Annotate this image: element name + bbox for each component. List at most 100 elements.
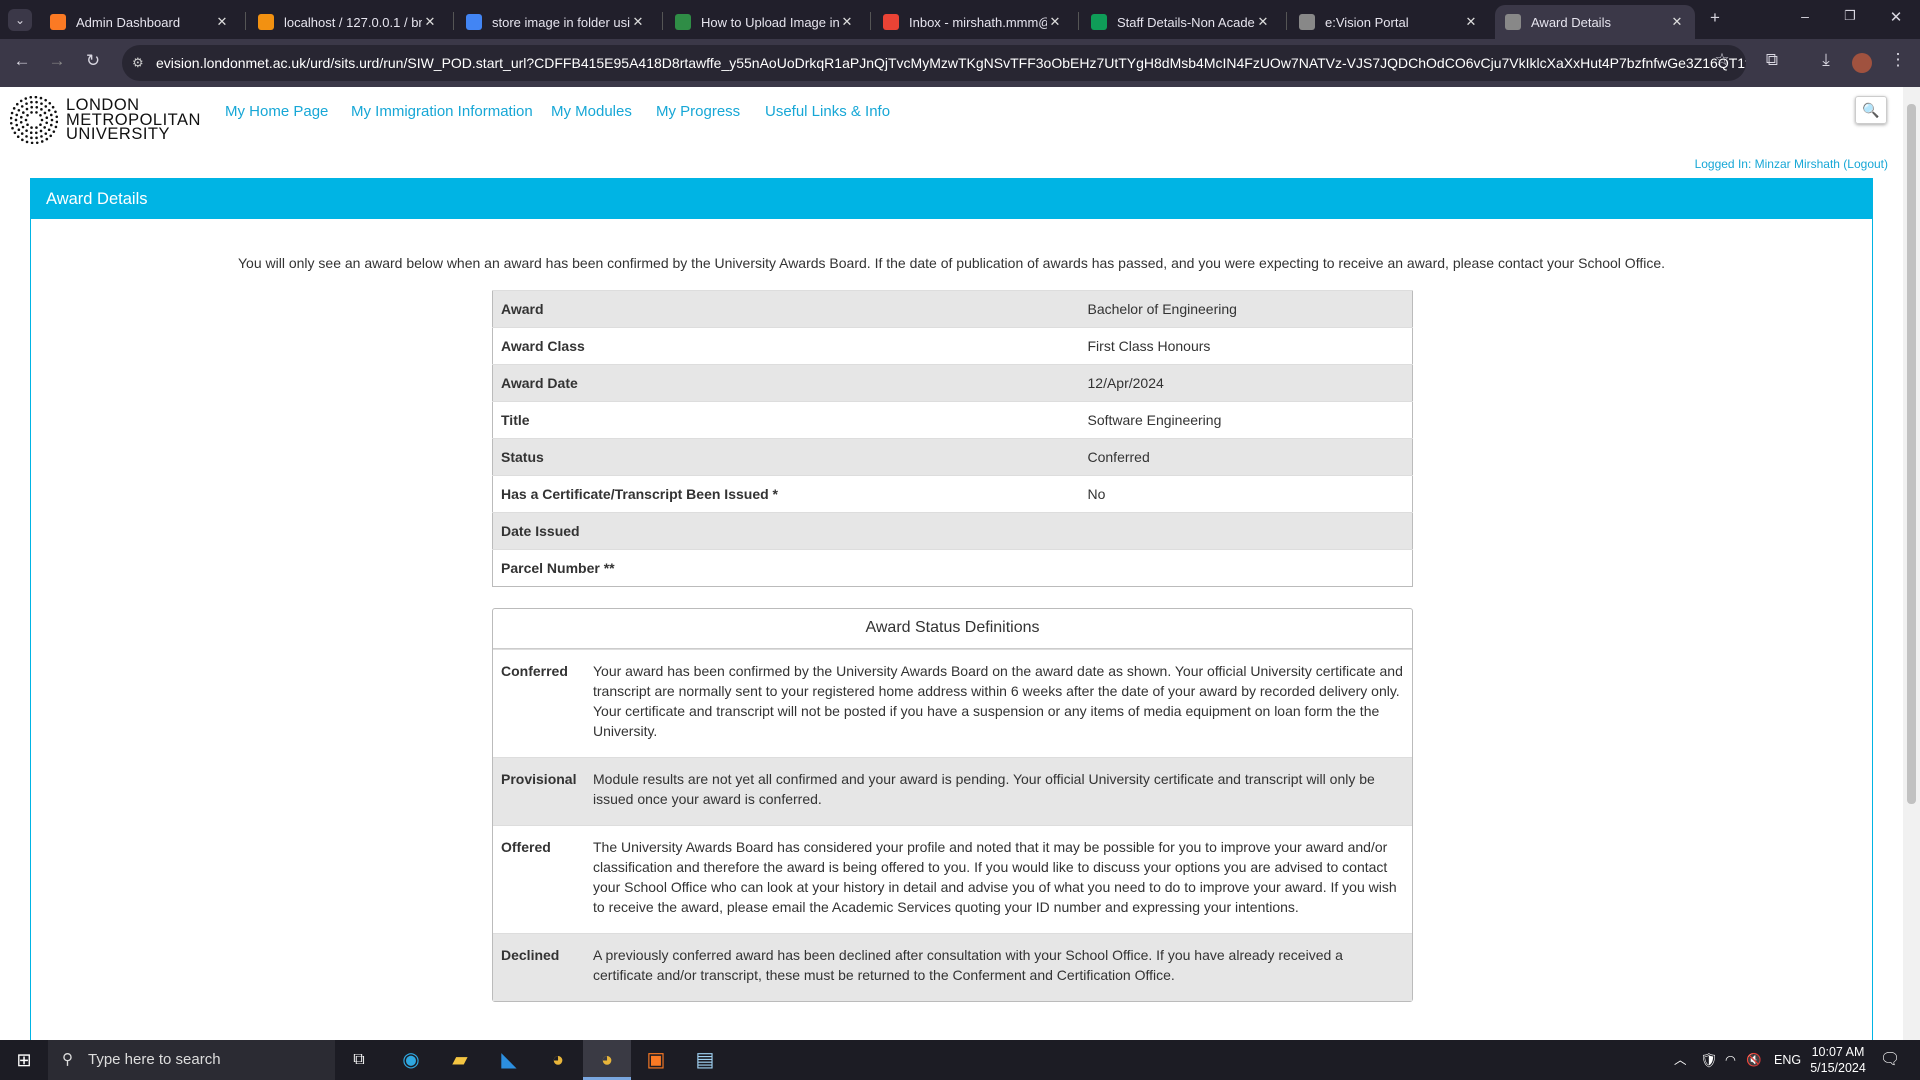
award-field-value: Software Engineering — [1079, 401, 1413, 439]
scrollbar-thumb[interactable] — [1907, 104, 1916, 804]
file-explorer-icon[interactable]: ▰ — [436, 1040, 484, 1080]
vscode-icon[interactable]: ◣ — [485, 1040, 533, 1080]
phpmyadmin-icon — [258, 14, 274, 30]
award-row: Has a Certificate/Transcript Been Issued… — [492, 475, 1413, 513]
task-view-icon[interactable]: ⧉ — [335, 1040, 383, 1080]
award-field-label: Status — [492, 438, 1080, 476]
nav-my-home-page[interactable]: My Home Page — [225, 103, 328, 120]
definition-row: Provisional Module results are not yet al… — [493, 757, 1412, 825]
geeksforgeeks-icon — [675, 14, 691, 30]
award-row: Award Class First Class Honours — [492, 327, 1413, 365]
sheets-icon — [1091, 14, 1107, 30]
notepad-icon[interactable]: ▤ — [681, 1040, 729, 1080]
nav-useful-links[interactable]: Useful Links & Info — [765, 103, 890, 120]
tab-title: Admin Dashboard — [76, 14, 181, 30]
definition-term: Conferred — [501, 663, 568, 679]
definition-term: Offered — [501, 839, 551, 855]
site-info-icon[interactable]: ⚙ — [132, 45, 144, 81]
award-field-label: Award Date — [492, 364, 1080, 402]
tray-overflow-icon[interactable]: ︿ — [1674, 1040, 1687, 1080]
bookmark-star-icon[interactable]: ☆ — [1710, 50, 1734, 70]
address-bar-area: ← → ↻ ⚙ evision.londonmet.ac.uk/urd/sits… — [0, 39, 1920, 87]
windows-taskbar: ⊞ ⚲ Type here to search ⧉ ◉ ▰ ◣ ◕ ◕ ▣ ▤ … — [0, 1040, 1920, 1080]
minimize-button[interactable]: – — [1793, 8, 1817, 24]
close-tab-icon[interactable]: ✕ — [1255, 14, 1271, 30]
taskbar-search-input[interactable]: ⚲ Type here to search — [48, 1040, 335, 1080]
award-field-label: Has a Certificate/Transcript Been Issued… — [492, 475, 1080, 513]
notifications-icon[interactable]: 🗨 — [1880, 1040, 1900, 1080]
definition-row: Conferred Your award has been confirmed b… — [493, 649, 1412, 757]
tab-title: e:Vision Portal — [1325, 14, 1409, 30]
browser-tab[interactable]: e:Vision Portal ✕ — [1289, 5, 1489, 39]
close-tab-icon[interactable]: ✕ — [1669, 14, 1685, 30]
close-tab-icon[interactable]: ✕ — [1463, 14, 1479, 30]
tab-separator — [1078, 12, 1079, 30]
url-input[interactable]: ⚙ evision.londonmet.ac.uk/urd/sits.urd/r… — [122, 45, 1746, 81]
university-logo[interactable]: LONDON METROPOLITAN UNIVERSITY — [10, 96, 201, 144]
tab-title: localhost / 127.0.0.1 / bms — [284, 14, 422, 30]
browser-tab[interactable]: Admin Dashboard ✕ — [40, 5, 240, 39]
close-tab-icon[interactable]: ✕ — [839, 14, 855, 30]
browser-tab[interactable]: localhost / 127.0.0.1 / bms ✕ — [248, 5, 448, 39]
close-tab-icon[interactable]: ✕ — [422, 14, 438, 30]
logged-in-logout-link[interactable]: Logged In: Minzar Mirshath (Logout) — [1695, 157, 1888, 171]
volume-muted-icon[interactable]: 🔇 — [1746, 1040, 1762, 1080]
reload-icon[interactable]: ↻ — [81, 51, 105, 71]
close-tab-icon[interactable]: ✕ — [630, 14, 646, 30]
definition-term: Provisional — [501, 771, 577, 787]
security-icon[interactable]: 🛡 — [1700, 1040, 1718, 1080]
xampp-icon[interactable]: ▣ — [632, 1040, 680, 1080]
browser-menu-icon[interactable]: ⋮ — [1886, 50, 1910, 70]
globe-icon — [1299, 14, 1315, 30]
award-row: Parcel Number ** — [492, 549, 1413, 587]
page-scrollbar[interactable] — [1903, 87, 1920, 1040]
award-row: Date Issued — [492, 512, 1413, 550]
award-row: Award Bachelor of Engineering — [492, 290, 1413, 328]
clock[interactable]: 10:07 AM 5/15/2024 — [1808, 1044, 1868, 1076]
tab-title: Staff Details-Non Academ — [1117, 14, 1255, 30]
panel-title: Award Details — [31, 179, 1872, 219]
gmail-icon — [883, 14, 899, 30]
chrome-profile-icon[interactable]: ◕ — [583, 1040, 631, 1080]
tab-separator — [870, 12, 871, 30]
nav-my-immigration-information[interactable]: My Immigration Information — [351, 103, 533, 120]
chrome-icon[interactable]: ◕ — [534, 1040, 582, 1080]
definition-text: Your award has been confirmed by the Uni… — [593, 663, 1403, 739]
close-tab-icon[interactable]: ✕ — [1047, 14, 1063, 30]
browser-tab[interactable]: Award Details ✕ — [1495, 5, 1695, 39]
browser-tab[interactable]: Inbox - mirshath.mmm@g ✕ — [873, 5, 1073, 39]
nav-my-progress[interactable]: My Progress — [656, 103, 740, 120]
restore-button[interactable]: ❐ — [1838, 8, 1862, 24]
close-window-button[interactable]: ✕ — [1884, 8, 1908, 26]
browser-tab[interactable]: How to Upload Image into ✕ — [665, 5, 865, 39]
browser-tab[interactable]: store image in folder using ✕ — [456, 5, 656, 39]
award-field-value: Bachelor of Engineering — [1079, 290, 1413, 328]
close-tab-icon[interactable]: ✕ — [214, 14, 230, 30]
award-row: Award Date 12/Apr/2024 — [492, 364, 1413, 402]
nav-my-modules[interactable]: My Modules — [551, 103, 632, 120]
definition-row: Offered The University Awards Board has c… — [493, 825, 1412, 933]
download-icon[interactable]: ⤓ — [1814, 50, 1838, 70]
wifi-icon[interactable]: ◠ — [1725, 1040, 1736, 1080]
forward-icon[interactable]: → — [45, 51, 69, 71]
definition-text: The University Awards Board has consider… — [593, 839, 1397, 915]
award-field-label: Award Class — [492, 327, 1080, 365]
site-search-button[interactable]: 🔍 — [1855, 96, 1887, 124]
url-text: evision.londonmet.ac.uk/urd/sits.urd/run… — [156, 55, 1746, 71]
profile-avatar[interactable] — [1852, 53, 1872, 73]
edge-icon[interactable]: ◉ — [387, 1040, 435, 1080]
tab-search-button[interactable]: ⌄ — [8, 9, 32, 31]
definition-text: A previously conferred award has been de… — [593, 947, 1343, 983]
award-row: Status Conferred — [492, 438, 1413, 476]
search-icon: ⚲ — [62, 1051, 73, 1068]
new-tab-button[interactable]: + — [1703, 8, 1727, 28]
award-field-value — [1079, 549, 1413, 587]
award-table: Award Bachelor of Engineering Award Class F… — [492, 290, 1413, 587]
windows-start-icon[interactable]: ⊞ — [0, 1040, 48, 1080]
award-field-value: No — [1079, 475, 1413, 513]
extensions-icon[interactable]: ⧉ — [1760, 50, 1784, 70]
language-indicator[interactable]: ENG — [1774, 1040, 1801, 1080]
tab-separator — [245, 12, 246, 30]
browser-tab[interactable]: Staff Details-Non Academ ✕ — [1081, 5, 1281, 39]
back-icon[interactable]: ← — [10, 51, 34, 71]
